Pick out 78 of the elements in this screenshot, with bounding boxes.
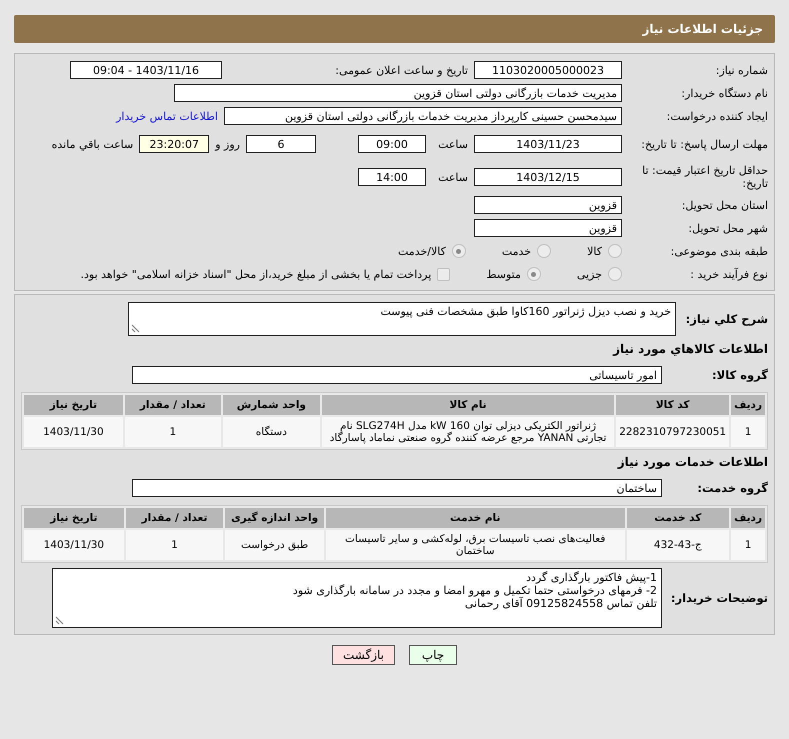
checkbox-label: پرداخت تمام یا بخشی از مبلغ خرید،از محل "اسناد خزانه اسلامی" خواهد بود. (80, 268, 432, 280)
column-header: تعداد / مقدار (124, 395, 221, 415)
field-label: استان محل تحویل: (680, 198, 768, 212)
column-header: نام خدمت (326, 508, 625, 528)
requester-field: سیدمحسن حسینی کارپرداز مدیریت خدمات بازرگانی دولتی استان قزوین (224, 107, 622, 125)
goods-group-field: امور تاسیساتی (132, 366, 662, 384)
buyer-contact-link[interactable]: اطلاعات تماس خریدار (116, 110, 218, 122)
field-label: ایجاد کننده درخواست: (666, 110, 768, 122)
table-cell: 1 (126, 530, 224, 560)
table-cell: ج-43-432 (626, 530, 730, 560)
table-cell: 1 (731, 417, 765, 447)
field-label: نام دستگاه خریدار: (680, 86, 768, 100)
field-label: طبقه بندی موضوعی: (670, 244, 768, 258)
radio-button[interactable] (452, 244, 466, 258)
resize-grip-icon (55, 616, 64, 625)
days-field: 6 (246, 135, 316, 153)
field-label: شرح کلي نیاز: (684, 312, 768, 326)
radio-label: کالا/خدمت (398, 244, 446, 258)
description-field: خرید و نصب دیزل ژنراتور 160کاوا طبق مشخصات فنی پیوست (128, 302, 676, 336)
radio-button[interactable] (608, 267, 622, 281)
field-label: ساعت (437, 170, 468, 184)
column-header: واحد اندازه گیری (225, 508, 324, 528)
radio-button[interactable] (537, 244, 552, 258)
radio-label: خدمت (502, 244, 532, 258)
column-header: کد کالا (616, 395, 730, 415)
field-label: گروه کالا: (711, 368, 768, 382)
table-cell: طبق درخواست (225, 530, 324, 560)
field-label: روز و (215, 138, 240, 150)
radio-button[interactable] (526, 267, 541, 281)
print-button[interactable]: چاپ (409, 645, 457, 665)
buyer-org-field: مدیریت خدمات بازرگانی دولتی استان قزوین (174, 84, 622, 102)
province-field: قزوین (474, 196, 622, 214)
field-label: ساعت باقي مانده (52, 138, 134, 150)
column-header: کد خدمت (626, 508, 730, 528)
time-field: 09:00 (358, 135, 426, 153)
page-title: جزئیات اطلاعات نیاز (642, 22, 763, 36)
field-label: گروه خدمت: (696, 482, 768, 494)
table-cell: 1403/11/30 (24, 530, 124, 560)
table-cell: دستگاه (222, 417, 320, 447)
table-cell: 1403/11/30 (24, 417, 123, 447)
table-cell: 1 (731, 530, 765, 560)
column-header: تاریخ نیاز (24, 508, 124, 528)
time-field: 14:00 (358, 168, 426, 186)
field-label: مهلت ارسال پاسخ: تا تاریخ: (640, 138, 768, 150)
section-heading: اطلاعات خدمات مورد نیاز (616, 455, 768, 469)
buyer-notes-field: 1-پیش فاکتور بارگذاری گردد 2- فرمهای درخواستی حتما تکمیل و مهرو امضا و مجدد در سامانه بارگذاری شود تلفن تماس 09125824558 آقای رحمانی (52, 568, 662, 628)
field-label: تاریخ و ساعت اعلان عمومی: (334, 64, 468, 76)
column-header: تاریخ نیاز (24, 395, 123, 415)
field-label: شهر محل تحویل: (687, 222, 768, 234)
city-field: قزوین (474, 219, 622, 237)
column-header: ردیف (731, 395, 765, 415)
radio-label: متوسط (486, 268, 521, 280)
resize-grip-icon (131, 324, 140, 333)
field-label: شماره نیاز: (714, 64, 768, 76)
radio-label: کالا (587, 244, 602, 258)
column-header: واحد شمارش (222, 395, 320, 415)
remaining-time-field: 23:20:07 (139, 135, 210, 153)
back-button[interactable]: بازگشت (332, 645, 395, 665)
table-cell: فعالیت‌های نصب تاسیسات برق، لوله‌کشی و سایر تاسیسات ساختمان (326, 530, 625, 560)
radio-label: جزیی (576, 268, 602, 280)
date-field: 1403/11/23 (474, 135, 622, 153)
announce-date-field: 1403/11/16 - 09:04 (70, 61, 222, 79)
field-label: ساعت (437, 138, 468, 150)
column-header: ردیف (731, 508, 765, 528)
table-cell: ژنراتور الکتریکی دیزلی توان 160 kW مدل SLG274H نام تجارتی YANAN مرجع عرضه کننده گروه صنعتی نماماد پاسارگاد (322, 417, 614, 447)
field-label: حداقل تاریخ اعتبار قیمت: تا تاریخ: (641, 164, 768, 190)
date-field: 1403/12/15 (474, 168, 622, 186)
radio-button[interactable] (608, 244, 622, 258)
column-header: تعداد / مقدار (126, 508, 224, 528)
field-label: نوع فرآیند خرید : (689, 268, 768, 280)
service-group-field: ساختمان (132, 479, 662, 497)
section-heading: اطلاعات کالاهاي مورد نياز (612, 342, 768, 356)
checkbox[interactable] (437, 268, 450, 280)
need-number-field: 1103020005000023 (474, 61, 622, 79)
table-cell: 1 (124, 417, 221, 447)
table-cell: 2282310797230051 (616, 417, 730, 447)
column-header: نام کالا (322, 395, 614, 415)
field-label: توضیحات خریدار: (670, 592, 768, 604)
